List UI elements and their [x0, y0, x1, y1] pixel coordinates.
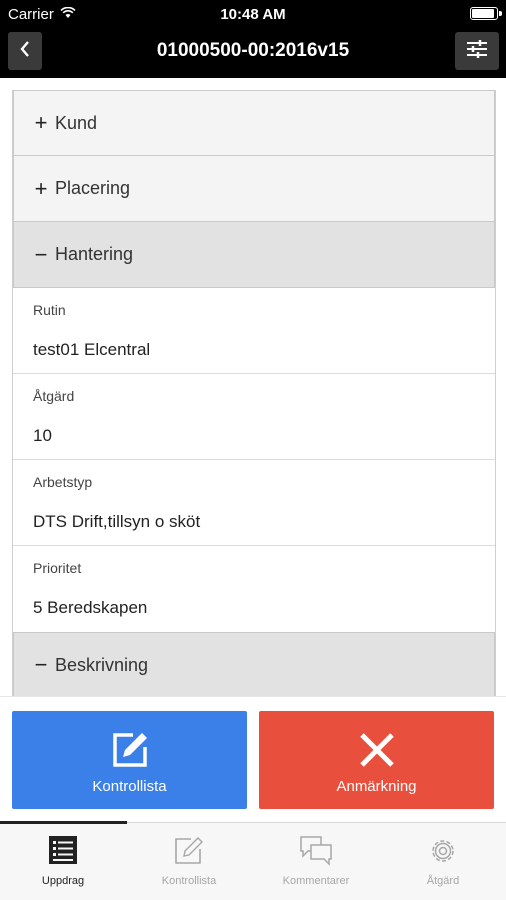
- plus-icon: +: [34, 175, 48, 201]
- field-atgard: Åtgärd 10: [13, 374, 495, 460]
- back-button[interactable]: [8, 32, 42, 70]
- section-hantering-label: Hantering: [55, 244, 134, 264]
- filter-button[interactable]: [455, 32, 499, 70]
- tab-atgard[interactable]: Åtgärd: [380, 823, 506, 900]
- details-panel: + Kund + Placering − Hantering Rutin tes…: [12, 90, 496, 696]
- tab-label: Åtgärd: [426, 875, 460, 887]
- edit-icon: [173, 835, 205, 869]
- field-value: test01 Elcentral: [33, 340, 151, 359]
- tab-bar: Uppdrag Kontrollista Kommentarer Åtgärd: [0, 821, 506, 900]
- gear-icon: [427, 835, 459, 869]
- kontrollista-button-label: Kontrollista: [92, 778, 167, 795]
- minus-icon: −: [34, 241, 48, 267]
- field-value: 10: [33, 426, 52, 445]
- status-bar: Carrier 10:48 AM: [0, 0, 506, 28]
- anmarkning-button-label: Anmärkning: [336, 778, 417, 795]
- tab-uppdrag[interactable]: Uppdrag: [0, 823, 126, 900]
- tab-kontrollista[interactable]: Kontrollista: [126, 823, 252, 900]
- tab-kommentarer[interactable]: Kommentarer: [253, 823, 379, 900]
- section-hantering[interactable]: − Hantering: [13, 222, 495, 288]
- section-beskrivning-label: Beskrivning: [55, 654, 149, 675]
- navigation-bar: 01000500-00:2016v15: [0, 28, 506, 78]
- minus-icon: −: [34, 652, 48, 677]
- field-label: Rutin: [33, 302, 66, 318]
- close-icon: [356, 729, 398, 771]
- field-prioritet: Prioritet 5 Beredskapen: [13, 546, 495, 632]
- field-label: Arbetstyp: [33, 474, 93, 490]
- chevron-left-icon: [18, 39, 32, 64]
- anmarkning-button[interactable]: Anmärkning: [259, 711, 494, 809]
- section-beskrivning[interactable]: − Beskrivning: [13, 632, 495, 696]
- tab-label: Kommentarer: [282, 875, 350, 887]
- field-label: Prioritet: [33, 560, 82, 576]
- tab-label: Kontrollista: [161, 875, 217, 887]
- kontrollista-button[interactable]: Kontrollista: [12, 711, 247, 809]
- field-value: 5 Beredskapen: [33, 598, 148, 617]
- edit-icon: [109, 729, 151, 771]
- status-time: 10:48 AM: [220, 6, 286, 23]
- field-rutin: Rutin test01 Elcentral: [13, 288, 495, 374]
- action-area: Kontrollista Anmärkning: [0, 696, 506, 822]
- field-arbetstyp: Arbetstyp DTS Drift,tillsyn o sköt: [13, 460, 495, 546]
- page-title: 01000500-00:2016v15: [156, 40, 350, 61]
- section-kund[interactable]: + Kund: [13, 90, 495, 156]
- section-placering[interactable]: + Placering: [13, 156, 495, 222]
- field-value: DTS Drift,tillsyn o sköt: [33, 512, 201, 531]
- tab-label: Uppdrag: [41, 875, 85, 887]
- section-placering-label: Placering: [55, 178, 131, 198]
- battery-icon: [470, 7, 502, 20]
- section-kund-label: Kund: [55, 112, 98, 133]
- chat-icon: [299, 835, 333, 869]
- list-icon: [48, 835, 78, 869]
- sliders-icon: [465, 39, 489, 64]
- field-label: Åtgärd: [33, 388, 75, 404]
- plus-icon: +: [34, 110, 48, 135]
